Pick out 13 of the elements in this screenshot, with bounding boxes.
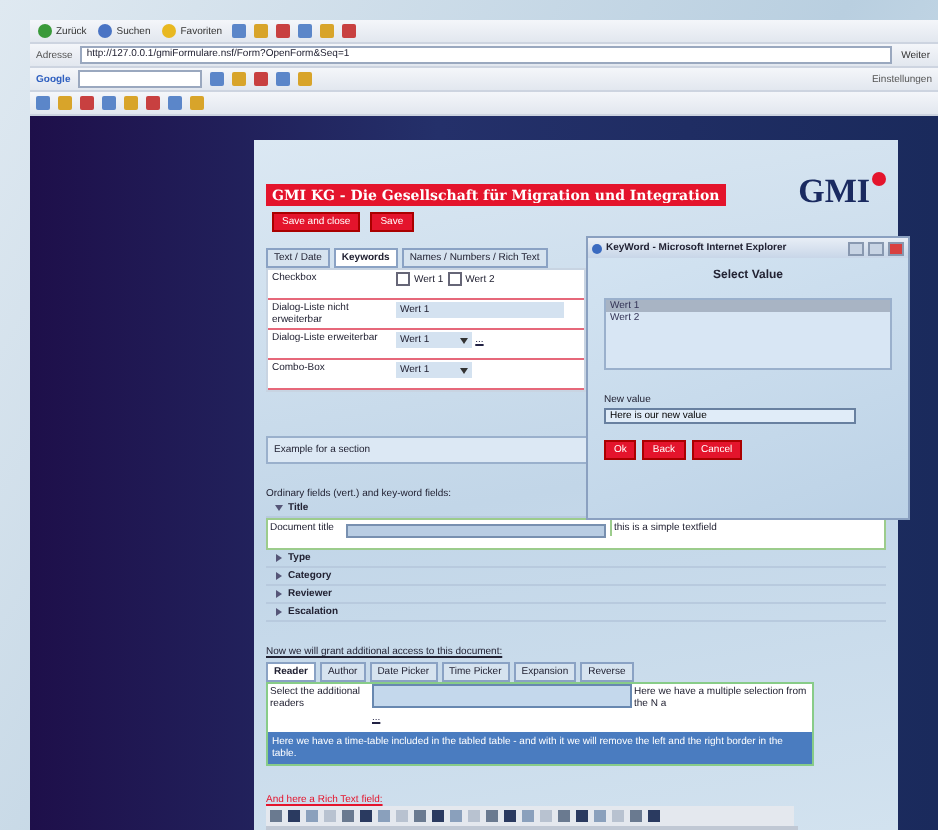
maximize-button[interactable] xyxy=(868,241,884,255)
search-field[interactable] xyxy=(78,70,203,88)
logo-dot-icon xyxy=(872,172,886,186)
logo: GMI xyxy=(798,172,886,212)
minimize-button[interactable] xyxy=(848,241,864,255)
input-field[interactable] xyxy=(346,524,606,538)
caret-icon xyxy=(459,337,468,343)
checkbox[interactable] xyxy=(396,272,410,286)
close-button[interactable] xyxy=(888,241,904,255)
browser-icon xyxy=(592,243,602,253)
caret-icon xyxy=(459,367,468,373)
multi-select-field[interactable] xyxy=(372,684,632,708)
checkbox[interactable] xyxy=(447,272,462,286)
